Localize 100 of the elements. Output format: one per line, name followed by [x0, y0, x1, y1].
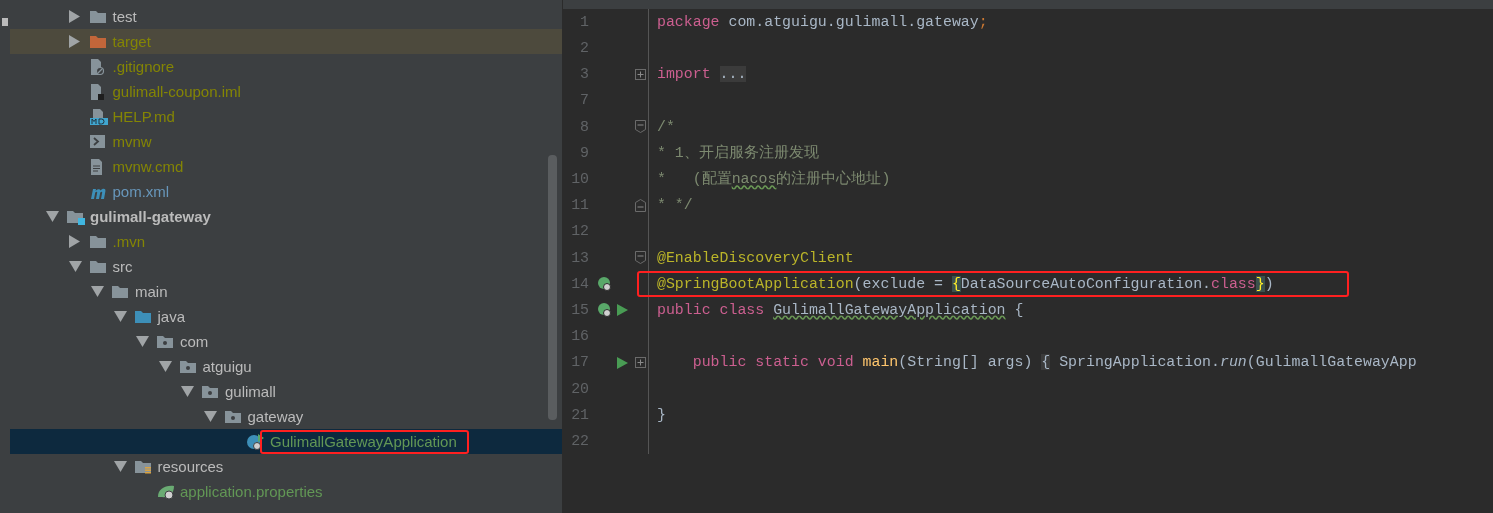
folder-icon [88, 234, 107, 249]
line-number: 1 [579, 12, 589, 32]
line-number: 10 [570, 170, 589, 190]
folder-icon [111, 284, 129, 299]
tree-item-label: test [112, 6, 137, 27]
code-line: import ... [656, 65, 747, 85]
code-line: @SpringBootApplication(exclude = {DataSourceAutoConfiguration.class}) [656, 274, 1274, 294]
line-number: 7 [579, 91, 589, 111]
text-file-icon [88, 157, 105, 176]
collapse-arrow-icon[interactable] [68, 261, 82, 272]
folder-icon [88, 9, 107, 24]
module-folder-icon [66, 208, 86, 225]
tree-item-label: target [112, 31, 151, 52]
tree-item-label: .mvn [112, 231, 145, 252]
tree-item-label: main [135, 281, 168, 302]
line-number: 20 [570, 379, 589, 399]
line-number: 2 [579, 39, 589, 59]
collapse-arrow-icon[interactable] [113, 311, 127, 322]
run-icon[interactable] [617, 304, 628, 317]
tree-row[interactable]: gateway [10, 404, 562, 429]
terminal-icon [88, 134, 106, 149]
tree-item-label: HELP.md [112, 106, 175, 127]
collapse-fold-icon[interactable] [635, 198, 646, 212]
line-number: 17 [570, 353, 589, 373]
collapse-arrow-icon[interactable] [113, 461, 127, 472]
line-number: 12 [570, 222, 589, 242]
collapse-arrow-icon[interactable] [203, 411, 217, 422]
tree-row[interactable]: gulimall-gateway [10, 204, 562, 229]
tree-row[interactable]: gulimall [10, 379, 562, 404]
tree-item-label: pom.xml [112, 181, 170, 202]
tree-item-label: src [112, 256, 133, 277]
folder-icon [88, 259, 107, 274]
tree-item-label: gateway [247, 406, 304, 427]
code-line: * */ [656, 196, 693, 216]
tree-row[interactable]: atguigu [10, 354, 562, 379]
package-icon [223, 409, 242, 424]
tree-item-label: .gitignore [112, 56, 175, 77]
collapse-arrow-icon[interactable] [136, 336, 149, 347]
markdown-file-icon [88, 107, 109, 126]
folder-icon [133, 309, 152, 324]
code-line: public static void main(String[] args) { SpringApplication.run(GulimallGatewayApp [691, 353, 1417, 373]
code-line: /* [656, 117, 675, 137]
line-number: 14 [570, 274, 589, 294]
resource-folder-icon [133, 459, 152, 474]
line-number: 21 [570, 405, 589, 425]
tree-item-label: application.properties [180, 481, 323, 502]
tree-row[interactable]: main [10, 279, 562, 304]
expand-arrow-icon[interactable] [68, 235, 80, 248]
collapse-arrow-icon[interactable] [46, 211, 59, 222]
bean-icon[interactable] [597, 302, 613, 319]
expand-fold-icon[interactable] [635, 68, 646, 80]
run-icon[interactable] [617, 356, 628, 369]
code-line: @EnableDiscoveryClient [656, 248, 854, 268]
collapse-arrow-icon[interactable] [181, 386, 194, 397]
line-number: 22 [570, 431, 589, 451]
scrollbar-thumb[interactable] [548, 155, 557, 420]
collapse-fold-icon[interactable] [635, 120, 646, 134]
tree-item-label: gulimall-coupon.iml [112, 81, 241, 102]
tree-row[interactable]: src [10, 254, 562, 279]
code-line: * 1、开启服务注册发现 [656, 143, 819, 163]
code-line: public class GulimallGatewayApplication { [656, 300, 1024, 320]
tree-row[interactable]: java [10, 304, 562, 329]
line-number: 3 [579, 65, 589, 85]
line-number: 13 [570, 248, 589, 268]
expand-arrow-icon[interactable] [68, 10, 80, 23]
tree-item-label: java [157, 306, 186, 327]
code-line: package com.atguigu.gulimall.gateway; [656, 12, 988, 32]
tree-item-label: gulimall-gateway [90, 206, 211, 227]
tree-item-label: gulimall [225, 381, 276, 402]
line-number: 16 [570, 327, 589, 347]
line-number: 11 [570, 196, 589, 216]
tree-item-label: com [180, 331, 209, 352]
tree-row[interactable]: com [10, 329, 562, 354]
tree-row[interactable]: pom.xml [10, 179, 562, 204]
tree-item-label: GulimallGatewayApplication [270, 431, 457, 452]
tree-item-label: atguigu [202, 356, 252, 377]
collapse-arrow-icon[interactable] [91, 286, 104, 297]
tree-row[interactable]: application.properties [10, 479, 562, 504]
tree-row[interactable]: resources [10, 454, 562, 479]
tree-item-label: mvnw.cmd [112, 156, 184, 177]
tree-row[interactable]: test [10, 4, 562, 29]
tree-item-label: resources [157, 456, 224, 477]
spring-class-icon [246, 432, 266, 451]
bean-icon[interactable] [597, 275, 613, 292]
line-number: 15 [570, 300, 589, 320]
ignored-file-icon [88, 57, 105, 76]
collapse-arrow-icon[interactable] [158, 361, 172, 372]
package-icon [201, 384, 219, 399]
code-line: * (配置nacos的注册中心地址) [656, 169, 891, 190]
package-icon [156, 334, 174, 349]
tree-row[interactable]: GulimallGatewayApplication [10, 429, 562, 454]
tree-item-label: mvnw [112, 131, 152, 152]
line-number: 9 [579, 143, 589, 163]
expand-arrow-icon[interactable] [68, 35, 80, 48]
folder-icon [88, 34, 107, 49]
collapse-fold-icon[interactable] [635, 251, 646, 265]
expand-fold-icon[interactable] [635, 357, 646, 369]
line-number: 8 [579, 117, 589, 137]
code-line: } [656, 405, 666, 425]
module-file-icon [88, 82, 105, 101]
